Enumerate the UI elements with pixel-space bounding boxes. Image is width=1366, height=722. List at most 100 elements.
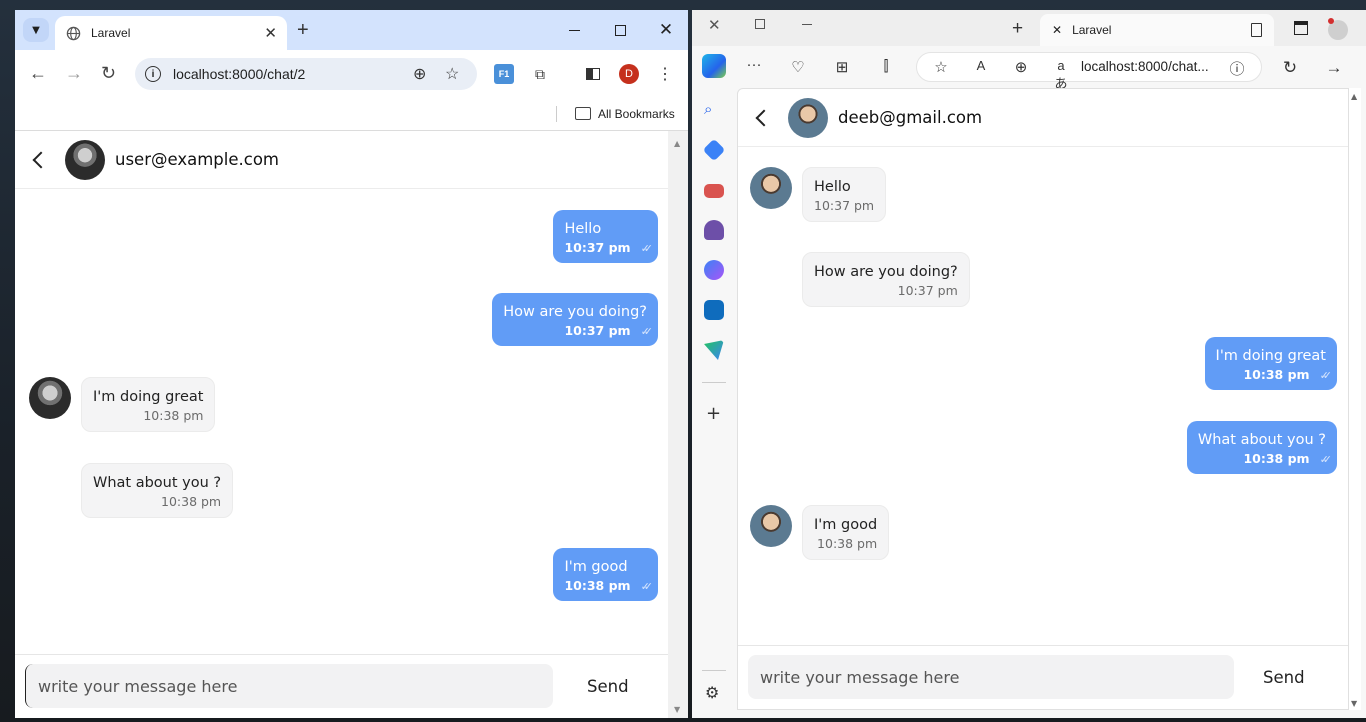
page-scrollbar[interactable]: ▲ ▼ bbox=[1349, 88, 1361, 710]
scroll-up-icon[interactable]: ▲ bbox=[1351, 92, 1357, 101]
edge-window: ✕ + ✕ Laravel ··· ♡ ⊞ ⫿ ☆ A ⊕ aあ localho… bbox=[692, 10, 1366, 718]
chat-page-left: user@example.com Hello 10:37 pm ✓✓ How ar… bbox=[15, 131, 688, 718]
reload-icon[interactable]: ↻ bbox=[1280, 58, 1300, 78]
contact-name: user@example.com bbox=[115, 150, 279, 169]
tab-title: Laravel bbox=[91, 26, 131, 40]
message-composer: write your message here Send bbox=[738, 645, 1348, 709]
extension-icon[interactable]: F1 bbox=[494, 64, 514, 84]
minimize-button[interactable] bbox=[802, 24, 812, 25]
read-aloud-icon[interactable]: A bbox=[971, 58, 991, 73]
back-icon[interactable]: ← bbox=[29, 63, 47, 84]
extension-icon[interactable]: ♡ bbox=[788, 58, 808, 76]
games-icon[interactable] bbox=[704, 220, 724, 240]
message-input[interactable]: write your message here bbox=[748, 655, 1234, 699]
chevron-down-icon: ▼ bbox=[32, 24, 40, 36]
new-tab-button[interactable]: + bbox=[297, 19, 309, 42]
extensions-puzzle-icon[interactable]: ⧉ bbox=[530, 64, 550, 84]
contact-name: deeb@gmail.com bbox=[838, 108, 983, 127]
add-icon[interactable]: + bbox=[706, 403, 721, 424]
tab-search-button[interactable]: ▼ bbox=[23, 18, 49, 42]
bookmarks-separator bbox=[556, 106, 557, 122]
double-check-icon: ✓✓ bbox=[640, 242, 654, 255]
message-bubble-outgoing: What about you ? 10:38 pm ✓✓ bbox=[1186, 421, 1337, 474]
message-text: I'm doing great bbox=[1215, 348, 1326, 364]
sender-avatar bbox=[750, 505, 792, 547]
close-tab-icon[interactable]: ✕ bbox=[264, 24, 277, 42]
url-text[interactable]: localhost:8000/chat... bbox=[1081, 59, 1209, 74]
profile-avatar[interactable]: D bbox=[619, 64, 639, 84]
page-scrollbar[interactable]: ▲ ▼ bbox=[668, 131, 688, 718]
zoom-icon[interactable]: ⊕ bbox=[1011, 58, 1031, 76]
scroll-down-icon[interactable]: ▼ bbox=[1351, 699, 1357, 708]
sidebar-divider bbox=[702, 670, 726, 671]
site-info-icon[interactable]: ⓘ bbox=[1227, 58, 1247, 79]
message-composer: write your message here Send bbox=[15, 654, 668, 718]
message-time: 10:38 pm bbox=[1243, 451, 1310, 466]
message-text: I'm good bbox=[814, 517, 878, 533]
double-check-icon: ✓✓ bbox=[1319, 369, 1333, 382]
new-tab-button[interactable]: + bbox=[1012, 18, 1023, 40]
message-bubble-outgoing: How are you doing? 10:37 pm ✓✓ bbox=[492, 293, 658, 346]
chat-page-right: deeb@gmail.com Hello 10:37 pm How are yo… bbox=[737, 88, 1349, 710]
chrome-tab-strip: ▼ Laravel ✕ + ✕ bbox=[15, 10, 688, 50]
message-time: 10:38 pm bbox=[1243, 367, 1310, 382]
folder-icon bbox=[575, 107, 591, 120]
bookmark-star-icon[interactable]: ☆ bbox=[445, 64, 459, 84]
reload-icon[interactable]: ↻ bbox=[101, 63, 116, 84]
message-text: Hello bbox=[814, 179, 851, 195]
message-input[interactable]: write your message here bbox=[25, 664, 553, 708]
contact-avatar bbox=[788, 97, 828, 138]
forward-icon[interactable]: → bbox=[1324, 58, 1344, 78]
more-icon[interactable]: ··· bbox=[744, 56, 764, 73]
copilot-icon[interactable] bbox=[702, 54, 726, 78]
search-icon[interactable]: ⌕ bbox=[704, 100, 724, 120]
scroll-down-icon[interactable]: ▼ bbox=[674, 705, 680, 714]
gear-icon[interactable]: ⚙ bbox=[705, 683, 719, 702]
close-tab-icon[interactable]: ✕ bbox=[1052, 23, 1062, 37]
send-button[interactable]: Send bbox=[1263, 668, 1305, 687]
side-panel-icon[interactable] bbox=[583, 64, 603, 84]
drop-icon[interactable] bbox=[704, 340, 724, 360]
page-icon bbox=[1251, 23, 1262, 37]
forward-icon[interactable]: → bbox=[65, 63, 83, 84]
globe-icon bbox=[65, 25, 81, 41]
maximize-button[interactable] bbox=[597, 10, 643, 50]
site-info-icon[interactable]: i bbox=[145, 66, 161, 82]
zoom-icon[interactable]: ⊕ bbox=[413, 64, 426, 84]
send-button[interactable]: Send bbox=[587, 677, 629, 696]
shopping-icon[interactable] bbox=[702, 138, 726, 162]
address-bar[interactable]: ☆ A ⊕ aあ localhost:8000/chat... ⓘ bbox=[916, 52, 1262, 91]
scroll-up-icon[interactable]: ▲ bbox=[674, 139, 680, 148]
close-window-button[interactable]: ✕ bbox=[643, 10, 688, 50]
maximize-button[interactable] bbox=[755, 19, 765, 29]
message-bubble-incoming: What about you ? 10:38 pm bbox=[81, 463, 234, 518]
menu-kebab-icon[interactable]: ⋮ bbox=[655, 64, 675, 84]
message-time: 10:37 pm bbox=[564, 240, 631, 255]
edge-tab[interactable]: ✕ Laravel bbox=[1040, 14, 1274, 46]
translate-icon[interactable]: aあ bbox=[1051, 58, 1071, 92]
message-text: Hello bbox=[564, 221, 602, 237]
outlook-icon[interactable] bbox=[704, 300, 724, 320]
url-text[interactable]: localhost:8000/chat/2 bbox=[173, 66, 305, 82]
tools-icon[interactable] bbox=[704, 184, 724, 198]
collections-icon[interactable]: ⊞ bbox=[832, 58, 852, 76]
address-bar[interactable]: i localhost:8000/chat/2 ⊕ ☆ bbox=[135, 58, 477, 90]
bookmarks-bar: All Bookmarks bbox=[15, 98, 688, 131]
message-time: 10:37 pm bbox=[897, 283, 958, 298]
back-arrow-icon[interactable] bbox=[32, 151, 50, 168]
close-window-button[interactable]: ✕ bbox=[708, 16, 721, 34]
message-bubble-incoming: Hello 10:37 pm bbox=[802, 167, 887, 222]
all-bookmarks-link[interactable]: All Bookmarks bbox=[598, 107, 675, 121]
microsoft365-icon[interactable] bbox=[704, 260, 724, 280]
workspaces-icon[interactable] bbox=[1294, 21, 1308, 35]
favorite-star-icon[interactable]: ☆ bbox=[931, 58, 951, 76]
split-screen-icon[interactable]: ⫿ bbox=[876, 58, 896, 75]
minimize-button[interactable] bbox=[551, 10, 597, 50]
chat-header: user@example.com bbox=[15, 131, 668, 189]
message-text: How are you doing? bbox=[503, 304, 647, 320]
chat-header: deeb@gmail.com bbox=[738, 89, 1348, 147]
message-text: How are you doing? bbox=[814, 264, 958, 280]
chrome-tab[interactable]: Laravel ✕ bbox=[55, 16, 287, 50]
back-arrow-icon[interactable] bbox=[755, 109, 773, 126]
edge-toolbar: ··· ♡ ⊞ ⫿ ☆ A ⊕ aあ localhost:8000/chat..… bbox=[692, 46, 1366, 91]
